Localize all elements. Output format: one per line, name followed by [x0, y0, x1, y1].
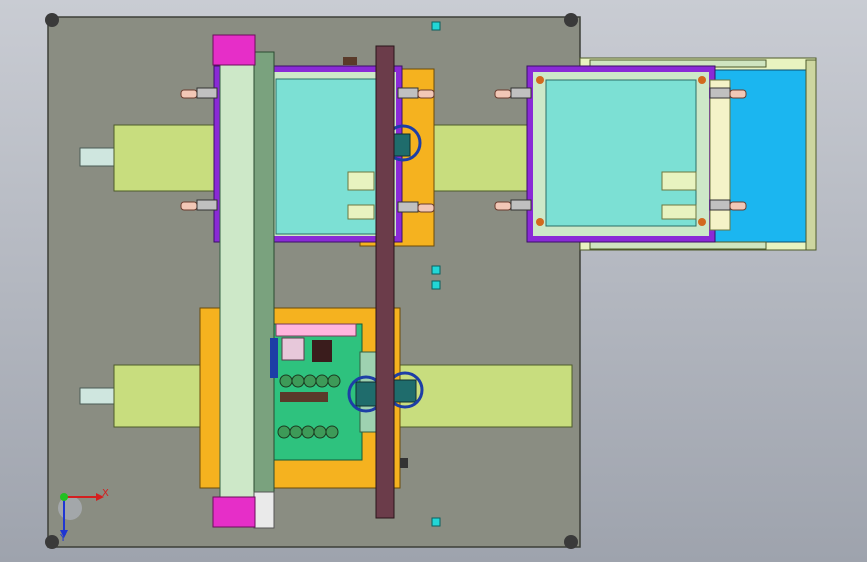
x-axis-label: X	[102, 488, 109, 499]
beam-blue-tag	[270, 338, 278, 378]
lower-pcb-pads-top	[279, 374, 341, 388]
upper-fin-block-1	[347, 171, 375, 191]
lower-sensor-block-right	[393, 379, 417, 403]
lower-pcb-strip	[280, 392, 328, 402]
corner-foot-bl	[45, 535, 59, 549]
right-corner-bolt	[536, 218, 544, 226]
y-axis-label: Y	[59, 533, 67, 544]
toggle-clamp[interactable]	[180, 87, 218, 99]
beam-top-magenta-block	[212, 34, 256, 66]
toggle-clamp[interactable]	[709, 87, 747, 99]
lower-connector	[400, 458, 408, 468]
right-teal-tray	[545, 79, 697, 227]
right-end-rail	[805, 59, 817, 251]
z-axis-dot	[60, 493, 68, 501]
lower-pcb-chip	[281, 337, 305, 361]
corner-foot-tr	[564, 13, 578, 27]
upper-fin-block-2	[347, 204, 375, 220]
cad-drawing: X Y	[0, 0, 867, 562]
toggle-clamp[interactable]	[397, 87, 435, 99]
beam-bottom-magenta-block	[212, 496, 256, 528]
right-fin-block-2	[661, 204, 697, 220]
right-fin-block-1	[661, 171, 697, 191]
toggle-clamp[interactable]	[494, 199, 532, 211]
upper-rail-end-cap	[79, 147, 117, 167]
corner-foot-br	[564, 535, 578, 549]
toggle-clamp[interactable]	[180, 199, 218, 211]
lower-rail-end-cap	[79, 387, 117, 405]
right-corner-bolt	[698, 76, 706, 84]
lower-pcb-header	[275, 323, 357, 337]
crossbar[interactable]	[375, 45, 395, 519]
toggle-clamp[interactable]	[494, 87, 532, 99]
right-corner-bolt	[536, 76, 544, 84]
upper-connector	[343, 57, 357, 65]
lower-pcb-connector	[312, 340, 332, 362]
toggle-clamp[interactable]	[709, 199, 747, 211]
right-corner-bolt	[698, 218, 706, 226]
vertical-beam[interactable]	[212, 34, 278, 529]
corner-foot-tl	[45, 13, 59, 27]
right-bottom-guide	[589, 241, 767, 250]
cad-viewport[interactable]: X Y	[0, 0, 867, 562]
right-slide-module[interactable]	[494, 57, 817, 251]
lower-sensor-block-left	[355, 381, 379, 407]
upper-fixture[interactable]	[180, 57, 435, 247]
toggle-clamp[interactable]	[397, 201, 435, 213]
lower-pcb-pads-bottom	[277, 425, 339, 439]
